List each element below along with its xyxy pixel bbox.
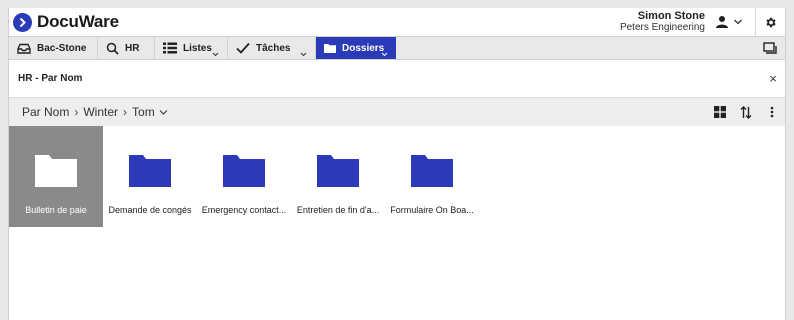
folder-icon	[223, 155, 265, 187]
tab-label: Dossiers	[342, 42, 385, 54]
folder-content-area: Bulletin de paie Demande de congés Emerg…	[9, 126, 785, 320]
settings-button[interactable]	[755, 8, 785, 36]
more-vertical-icon	[770, 106, 774, 118]
folder-label: Formulaire On Boa...	[390, 205, 474, 215]
list-icon	[163, 42, 177, 54]
more-options-button[interactable]	[759, 106, 785, 118]
folder-item-formulaire-on-boarding[interactable]: Formulaire On Boa...	[385, 126, 479, 227]
user-icon	[716, 16, 728, 28]
breadcrumb-item-winter[interactable]: Winter	[83, 105, 118, 119]
tab-label: Listes	[183, 42, 212, 54]
logo-mark-icon	[13, 12, 32, 32]
panel-title: HR - Par Nom	[18, 73, 83, 84]
gear-icon	[766, 17, 776, 27]
tab-dossiers[interactable]: Dossiers	[316, 37, 396, 59]
tab-label: Tâches	[256, 42, 291, 54]
user-organization: Peters Engineering	[619, 22, 705, 33]
tab-label: Bac-Stone	[37, 42, 87, 54]
search-icon	[106, 42, 119, 55]
window-toggle-button[interactable]	[755, 37, 785, 59]
app-window: DocuWare Simon Stone Peters Engineering	[8, 8, 786, 320]
folder-item-demande-de-conges[interactable]: Demande de congés	[103, 126, 197, 227]
check-icon	[236, 42, 250, 54]
panel-title-bar: HR - Par Nom ×	[9, 60, 785, 98]
tab-hr[interactable]: HR	[98, 37, 155, 59]
sort-button[interactable]	[733, 105, 759, 119]
folder-label: Bulletin de paie	[25, 205, 87, 215]
folder-icon	[129, 155, 171, 187]
folder-label: Entretien de fin d'a...	[296, 205, 380, 215]
folder-list: Bulletin de paie Demande de congés Emerg…	[9, 126, 785, 227]
breadcrumb-separator: ›	[123, 105, 128, 119]
sort-icon	[740, 105, 752, 119]
folder-label: Demande de congés	[108, 205, 192, 215]
close-icon[interactable]: ×	[769, 71, 777, 86]
folder-item-bulletin-de-paie[interactable]: Bulletin de paie	[9, 126, 103, 227]
chevron-down-icon	[734, 19, 742, 25]
folder-icon	[411, 155, 453, 187]
folder-item-emergency-contact[interactable]: Emergency contact...	[197, 126, 291, 227]
user-info: Simon Stone Peters Engineering	[619, 10, 705, 34]
tab-bac-stone[interactable]: Bac-Stone	[9, 37, 98, 59]
logo[interactable]: DocuWare	[13, 12, 119, 32]
folder-icon	[317, 155, 359, 187]
breadcrumb: Par Nom › Winter › Tom	[22, 105, 168, 119]
folder-icon	[35, 155, 77, 187]
breadcrumb-item-par-nom[interactable]: Par Nom	[22, 105, 69, 119]
folder-item-entretien-de-fin[interactable]: Entretien de fin d'a...	[291, 126, 385, 227]
breadcrumb-item-tom[interactable]: Tom	[132, 105, 155, 119]
logo-text: DocuWare	[37, 12, 119, 31]
tab-label: HR	[125, 42, 140, 54]
tab-listes[interactable]: Listes	[155, 37, 228, 59]
app-header: DocuWare Simon Stone Peters Engineering	[9, 8, 785, 36]
grid-view-button[interactable]	[707, 106, 733, 118]
chevron-down-icon	[300, 52, 307, 57]
chevron-down-icon	[212, 52, 219, 57]
window-icon	[763, 42, 777, 54]
breadcrumb-bar: Par Nom › Winter › Tom	[9, 98, 785, 126]
tab-taches[interactable]: Tâches	[228, 37, 316, 59]
chevron-down-icon	[381, 52, 388, 57]
chevron-down-icon[interactable]	[159, 109, 168, 116]
view-tools	[707, 105, 785, 119]
tab-bar: Bac-Stone HR Listes Tâches Dossiers	[9, 36, 785, 60]
user-name: Simon Stone	[637, 10, 705, 22]
folder-label: Emergency contact...	[201, 205, 287, 215]
tray-icon	[17, 43, 31, 54]
user-menu-button[interactable]	[715, 15, 743, 29]
folder-icon	[324, 44, 336, 53]
breadcrumb-separator: ›	[74, 105, 79, 119]
grid-icon	[714, 106, 726, 118]
